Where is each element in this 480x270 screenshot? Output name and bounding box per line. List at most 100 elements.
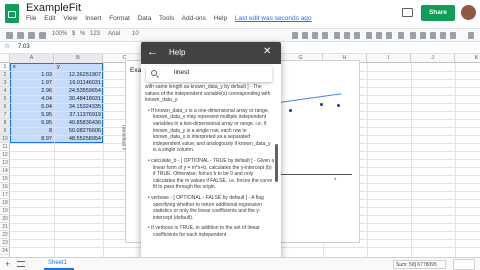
row-header[interactable]: 23	[0, 239, 10, 247]
sheets-logo-icon[interactable]	[5, 4, 19, 23]
cell-b1[interactable]: y	[57, 63, 60, 71]
close-icon[interactable]: ✕	[263, 46, 271, 58]
menu-tools[interactable]: Tools	[159, 15, 174, 22]
row-header[interactable]: 13	[0, 159, 10, 167]
cell-b2[interactable]: 12.36251907	[54, 71, 101, 79]
undo-icon[interactable]	[6, 32, 13, 39]
menu-insert[interactable]: Insert	[85, 15, 101, 22]
row-header[interactable]: 15	[0, 175, 10, 183]
cell-b8[interactable]: 40.85836436	[54, 119, 101, 127]
all-sheets-icon[interactable]	[17, 261, 25, 267]
row-header[interactable]: 4	[0, 87, 10, 95]
cell-b7[interactable]: 37.11376919	[54, 111, 101, 119]
menu-edit[interactable]: Edit	[44, 15, 55, 22]
row-header[interactable]: 2	[0, 71, 10, 79]
percent-format-button[interactable]: %	[80, 31, 85, 37]
bold-icon[interactable]	[292, 32, 298, 39]
row-header[interactable]: 12	[0, 151, 10, 159]
cell-b6[interactable]: 34.15324335	[54, 103, 101, 111]
cell-a8[interactable]: 6.95	[10, 119, 52, 127]
fill-color-icon[interactable]	[334, 32, 340, 39]
cell-a1[interactable]: x	[13, 63, 16, 71]
cell-b9[interactable]: 50.08276606	[54, 127, 101, 135]
row-header[interactable]: 22	[0, 231, 10, 239]
row-header[interactable]: 19	[0, 207, 10, 215]
help-scrollbar[interactable]	[275, 144, 278, 182]
last-edit-link[interactable]: Last edit was seconds ago	[235, 15, 312, 22]
cell-a2[interactable]: 1.03	[10, 71, 52, 79]
row-header[interactable]: 7	[0, 111, 10, 119]
row-header[interactable]: 1	[0, 63, 10, 71]
row-header[interactable]: 10	[0, 135, 10, 143]
sheet-tab-sheet1[interactable]: Sheet1	[44, 258, 74, 270]
row-header[interactable]: 3	[0, 79, 10, 87]
cell-b10[interactable]: 48.55258954	[54, 135, 101, 143]
chart-icon[interactable]	[430, 32, 436, 39]
row-header[interactable]: 11	[0, 143, 10, 151]
font-select[interactable]: Arial	[108, 31, 120, 37]
cell-a10[interactable]: 8.97	[10, 135, 52, 143]
align-icon[interactable]	[366, 32, 372, 39]
formula-input[interactable]: 7.03	[18, 44, 30, 50]
cell-a6[interactable]: 5.04	[10, 103, 52, 111]
explore-button[interactable]	[453, 259, 475, 270]
sum-summary[interactable]: Sum: 58] 6778095	[393, 260, 446, 269]
rotate-icon[interactable]	[398, 32, 404, 39]
print-icon[interactable]	[28, 32, 35, 39]
cell-b5[interactable]: 30.48418031	[54, 95, 101, 103]
row-header[interactable]: 20	[0, 215, 10, 223]
functions-icon[interactable]	[450, 32, 456, 39]
italic-icon[interactable]	[302, 32, 308, 39]
column-header-k[interactable]: K	[455, 54, 480, 63]
avatar[interactable]	[461, 5, 476, 20]
column-header-i[interactable]: I	[367, 54, 411, 63]
menu-file[interactable]: File	[26, 15, 36, 22]
row-header[interactable]: 5	[0, 95, 10, 103]
document-title[interactable]: ExampleFit	[26, 2, 81, 14]
column-header-j[interactable]: J	[411, 54, 455, 63]
redo-icon[interactable]	[17, 32, 24, 39]
row-header[interactable]: 8	[0, 119, 10, 127]
menu-addons[interactable]: Add-ons	[182, 15, 206, 22]
number-format-select[interactable]: 123	[90, 31, 100, 37]
cell-a3[interactable]: 1.97	[10, 79, 52, 87]
select-all-corner[interactable]	[0, 54, 10, 63]
currency-format-button[interactable]: $	[72, 31, 75, 37]
add-sheet-icon[interactable]: +	[5, 259, 10, 269]
help-search-input[interactable]: linest	[146, 66, 272, 82]
borders-icon[interactable]	[344, 32, 350, 39]
help-search-value[interactable]: linest	[174, 69, 189, 76]
font-size-select[interactable]: 10	[132, 31, 139, 37]
row-header[interactable]: 6	[0, 103, 10, 111]
text-color-icon[interactable]	[322, 32, 328, 39]
back-arrow-icon[interactable]: ←	[147, 46, 158, 58]
comment-icon[interactable]	[420, 32, 426, 39]
menu-format[interactable]: Format	[109, 15, 130, 22]
wrap-icon[interactable]	[386, 32, 392, 39]
share-button[interactable]: Share	[421, 5, 455, 21]
cell-a4[interactable]: 2.96	[10, 87, 52, 95]
cell-b3[interactable]: 16.01146031	[54, 79, 101, 87]
strikethrough-icon[interactable]	[312, 32, 318, 39]
row-header[interactable]: 18	[0, 199, 10, 207]
row-header[interactable]: 21	[0, 223, 10, 231]
cell-a7[interactable]: 5.95	[10, 111, 52, 119]
cell-a9[interactable]: 8	[10, 127, 52, 135]
column-header-b[interactable]: B	[54, 54, 103, 63]
row-header[interactable]: 24	[0, 247, 10, 255]
menu-help[interactable]: Help	[214, 15, 227, 22]
row-header[interactable]: 17	[0, 191, 10, 199]
row-header[interactable]: 14	[0, 167, 10, 175]
cell-a5[interactable]: 4.04	[10, 95, 52, 103]
paint-format-icon[interactable]	[39, 32, 46, 39]
column-header-a[interactable]: A	[10, 54, 54, 63]
link-icon[interactable]	[410, 32, 416, 39]
comments-icon[interactable]	[402, 8, 413, 17]
valign-icon[interactable]	[376, 32, 382, 39]
merge-cells-icon[interactable]	[354, 32, 360, 39]
cell-b4[interactable]: 24.53559654	[54, 87, 101, 95]
row-header[interactable]: 9	[0, 127, 10, 135]
zoom-select[interactable]: 100%	[52, 31, 67, 37]
menu-view[interactable]: View	[63, 15, 77, 22]
collapse-menu-icon[interactable]	[468, 32, 474, 39]
